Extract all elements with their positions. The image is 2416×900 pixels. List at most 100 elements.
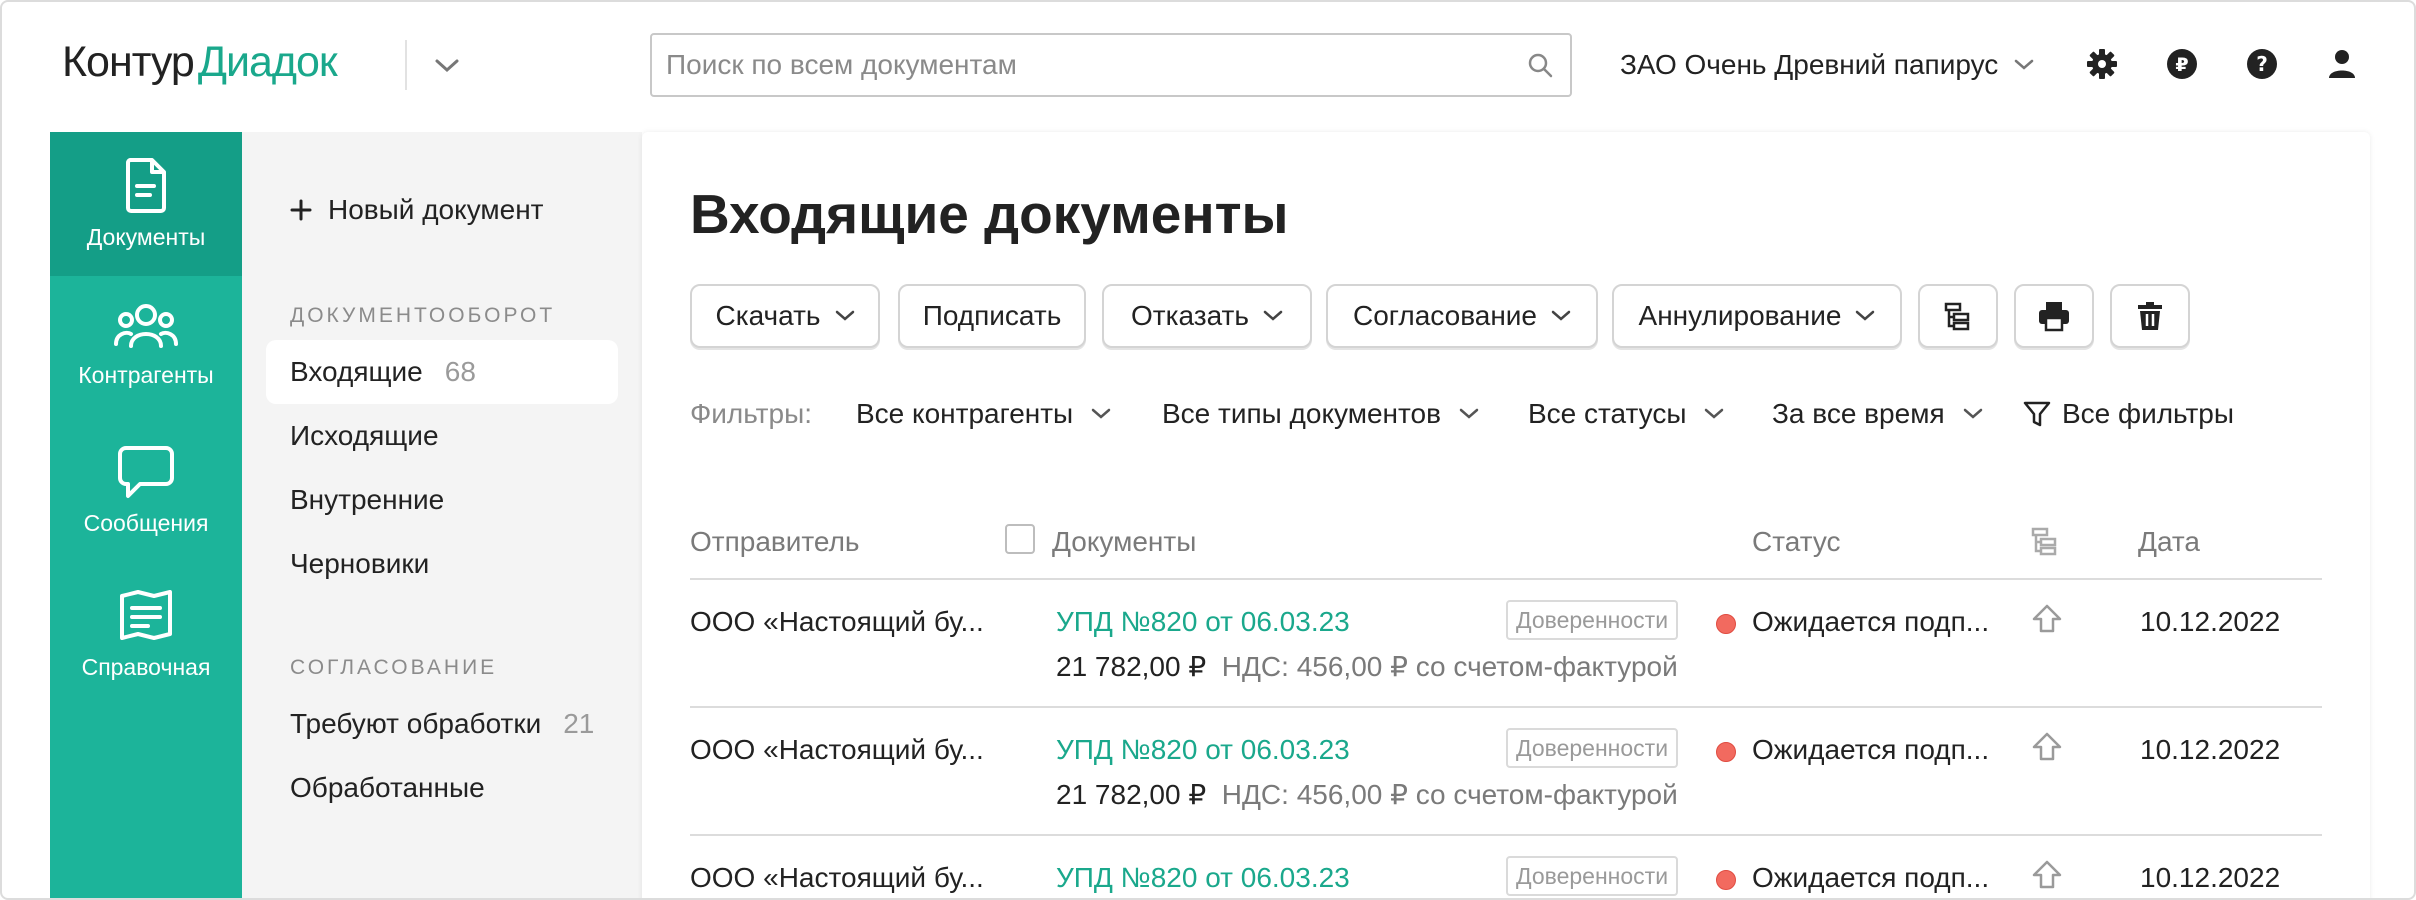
search-icon[interactable] [1526,51,1554,84]
reject-label: Отказать [1131,300,1249,331]
sign-label: Подписать [922,300,1062,331]
nav-item-count: 68 [444,356,476,387]
gear-icon[interactable] [2084,46,2120,87]
chevron-down-icon [2015,59,2034,70]
new-document-button[interactable]: Новый документ [290,194,543,226]
tree-view-button[interactable] [1918,284,1998,348]
organization-selector[interactable]: ЗАО Очень Древний папирус [1620,49,2034,81]
chevron-down-icon [835,310,854,321]
row-status: Ожидается подп... [1752,862,1990,893]
section-navigation: Новый документ ДОКУМЕНТООБОРОТ Входящие … [242,132,642,898]
nav-item-internal[interactable]: Внутренние [266,468,618,532]
section-title-approval: СОГЛАСОВАНИЕ [290,656,498,679]
row-document-link[interactable]: УПД №820 от 06.03.23 [1056,862,1350,894]
approval-button[interactable]: Согласование [1326,284,1598,348]
column-header-tree-icon[interactable] [2030,526,2060,561]
svg-text:₽: ₽ [2175,54,2188,76]
nav-item-drafts[interactable]: Черновики [266,532,618,596]
nav-item-label: Внутренние [290,484,445,515]
annul-button[interactable]: Аннулирование [1612,284,1902,348]
chevron-down-icon [1705,408,1724,419]
nav-item-label: Входящие [290,356,423,387]
row-sender: ООО «Настоящий бу... [690,606,984,637]
message-icon [118,446,174,498]
logo-kontur: Контур [62,38,195,86]
download-label: Скачать [715,300,821,331]
power-of-attorney-tag: Доверенности [1506,728,1679,768]
filter-contractors[interactable]: Все контрагенты [856,398,1111,430]
approval-label: Согласование [1353,300,1537,331]
chevron-down-icon [1963,408,1982,419]
rail-item-contractors[interactable]: Контрагенты [50,276,242,420]
divider [690,834,2322,836]
chevron-down-icon [1551,310,1571,321]
upload-arrow-icon [2030,730,2064,769]
column-header-status[interactable]: Статус [1752,526,1841,558]
column-header-sender[interactable]: Отправитель [690,526,860,558]
nds-value: НДС: 456,00 ₽ со счетом-фактурой [1221,779,1678,810]
sign-button[interactable]: Подписать [898,284,1086,348]
book-icon [120,590,172,640]
rail-item-messages[interactable]: Сообщения [50,420,242,564]
trash-icon [2138,302,2162,330]
page-title: Входящие документы [690,183,1289,245]
select-all-checkbox[interactable] [1005,524,1035,554]
app-window: Контур Диадок ЗАО Очень Древний папирус [0,0,2416,900]
divider [690,706,2322,708]
nav-item-processed[interactable]: Обработанные [266,756,618,820]
upload-arrow-icon [2030,858,2064,897]
column-header-date[interactable]: Дата [2138,526,2200,558]
header-divider [405,40,407,90]
upload-arrow-icon [2030,602,2064,641]
filter-statuses[interactable]: Все статусы [1528,398,1724,430]
status-dot [1716,870,1736,890]
nav-item-count: 21 [563,708,595,739]
rail-item-documents[interactable]: Документы [50,132,242,276]
column-header-documents[interactable]: Документы [1052,526,1196,558]
row-document-link[interactable]: УПД №820 от 06.03.23 [1056,734,1350,766]
search-input[interactable] [652,49,1570,81]
filter-period[interactable]: За все время [1772,398,1983,430]
help-icon[interactable]: ? [2244,46,2280,87]
status-dot [1716,614,1736,634]
rail-label: Документы [86,224,206,250]
rail-label: Сообщения [83,510,209,536]
row-document-link[interactable]: УПД №820 от 06.03.23 [1056,606,1350,638]
chevron-down-icon [1091,408,1111,419]
nav-item-incoming[interactable]: Входящие 68 [266,340,618,404]
new-document-label: Новый документ [328,194,544,225]
main-content: Входящие документы Скачать Подписать Отк… [642,132,2370,898]
filter-label: За все время [1772,398,1945,429]
user-icon[interactable] [2324,46,2360,87]
nav-item-label: Черновики [290,548,430,579]
nav-item-label: Требуют обработки [290,708,542,739]
all-filters-button[interactable]: Все фильтры [2022,398,2234,430]
funnel-icon [2023,401,2051,427]
logo[interactable]: Контур Диадок [62,38,338,87]
chevron-down-icon [1459,408,1479,419]
document-icon [126,158,166,213]
download-button[interactable]: Скачать [690,284,880,348]
filters-bar: Фильтры: [690,398,812,430]
product-switcher-chevron-icon[interactable] [434,58,460,79]
tree-icon [1944,302,1970,331]
row-date: 10.12.2022 [2140,862,2281,893]
divider [690,578,2322,580]
rail-item-reference[interactable]: Справочная [50,564,242,708]
power-of-attorney-tag: Доверенности [1506,600,1679,640]
ruble-icon[interactable]: ₽ [2164,46,2200,87]
nav-item-outgoing[interactable]: Исходящие [266,404,618,468]
nav-item-needs-processing[interactable]: Требуют обработки 21 [266,692,618,756]
print-button[interactable] [2014,284,2094,348]
search-box[interactable] [650,33,1572,97]
row-amount: 21 782,00 ₽ НДС: 456,00 ₽ со счетом-факт… [1056,778,1678,811]
all-filters-label: Все фильтры [2062,398,2234,429]
reject-button[interactable]: Отказать [1102,284,1312,348]
organization-name: ЗАО Очень Древний папирус [1620,49,1999,80]
row-sender: ООО «Настоящий бу... [690,862,984,893]
plus-icon [290,199,312,221]
chevron-down-icon [1856,310,1875,321]
nav-item-label: Обработанные [290,772,485,803]
filter-doc-types[interactable]: Все типы документов [1162,398,1479,430]
delete-button[interactable] [2110,284,2190,348]
